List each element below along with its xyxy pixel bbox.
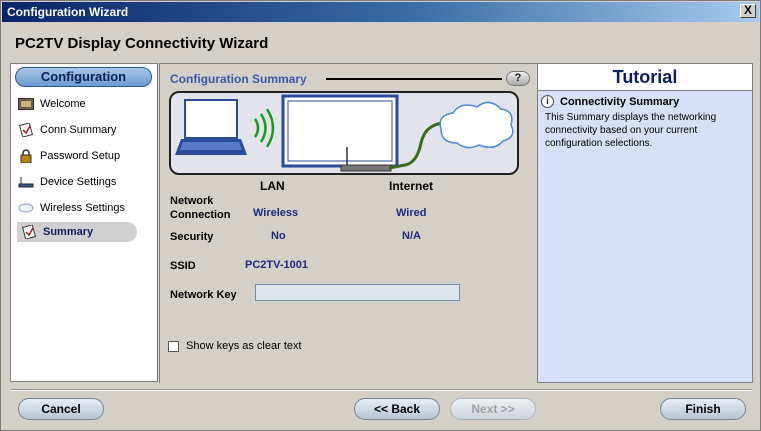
tv-display-icon xyxy=(281,94,399,172)
summary-icon xyxy=(21,225,37,239)
lock-icon xyxy=(18,149,34,163)
sidebar-item-label: Welcome xyxy=(40,98,86,110)
network-key-field[interactable] xyxy=(255,284,460,301)
internet-connection-value: Wired xyxy=(396,207,427,219)
next-button[interactable]: Next >> xyxy=(450,398,536,420)
sidebar-item-password-setup[interactable]: Password Setup xyxy=(18,146,153,166)
close-button[interactable]: X xyxy=(740,4,756,18)
lan-security-value: No xyxy=(271,230,286,242)
conn-summary-icon xyxy=(18,123,34,137)
sidebar-item-label: Summary xyxy=(43,226,94,238)
show-keys-option[interactable]: Show keys as clear text xyxy=(168,340,302,352)
tutorial-panel: Tutorial i Connectivity Summary This Sum… xyxy=(537,63,753,383)
lan-connection-value: Wireless xyxy=(253,207,299,219)
sidebar-header: Configuration xyxy=(15,67,152,87)
sidebar-item-label: Wireless Settings xyxy=(40,202,125,214)
tutorial-info: i Connectivity Summary xyxy=(541,95,679,108)
show-keys-checkbox[interactable] xyxy=(168,340,179,352)
wireless-signal-icon xyxy=(253,108,275,148)
internet-security-value: N/A xyxy=(402,230,421,242)
sidebar-item-device-settings[interactable]: Device Settings xyxy=(18,172,153,192)
network-connection-label: Network Connection xyxy=(170,195,231,221)
finish-button[interactable]: Finish xyxy=(660,398,746,420)
section-title: Configuration Summary xyxy=(170,72,307,86)
tutorial-title: Tutorial xyxy=(538,64,752,91)
ssid-label: SSID xyxy=(170,260,196,272)
sidebar-item-label: Device Settings xyxy=(40,176,117,188)
info-icon: i xyxy=(541,95,554,108)
window-title: Configuration Wizard xyxy=(7,5,129,19)
back-button[interactable]: << Back xyxy=(354,398,440,420)
cancel-button[interactable]: Cancel xyxy=(18,398,104,420)
ssid-value: PC2TV-1001 xyxy=(245,259,308,271)
show-keys-label: Show keys as clear text xyxy=(186,340,302,352)
sidebar-item-label: Password Setup xyxy=(40,150,121,162)
column-header-lan: LAN xyxy=(260,179,285,193)
sidebar-item-summary[interactable]: Summary xyxy=(17,222,137,242)
welcome-icon xyxy=(18,97,34,111)
help-button[interactable]: ? xyxy=(506,71,530,86)
security-label: Security xyxy=(170,231,214,243)
wizard-window: Configuration Wizard X PC2TV Display Con… xyxy=(0,0,761,431)
tutorial-subtitle: Connectivity Summary xyxy=(560,95,680,108)
sidebar-item-label: Conn Summary xyxy=(40,124,117,136)
column-header-internet: Internet xyxy=(389,179,434,193)
sidebar: Configuration Welcome Conn Summary Passw… xyxy=(10,63,158,382)
page-title: PC2TV Display Connectivity Wizard xyxy=(15,35,269,52)
sidebar-item-welcome[interactable]: Welcome xyxy=(18,94,153,114)
title-bar[interactable]: Configuration Wizard X xyxy=(2,2,759,22)
laptop-icon xyxy=(175,99,247,155)
footer-divider xyxy=(10,389,752,391)
sidebar-item-wireless-settings[interactable]: Wireless Settings xyxy=(18,198,153,218)
connectivity-diagram xyxy=(169,91,519,175)
section-divider xyxy=(326,78,502,80)
cloud-icon xyxy=(439,101,514,149)
device-icon xyxy=(18,175,34,189)
summary-panel: Configuration Summary ? LAN Internet Net… xyxy=(159,63,537,383)
network-key-label: Network Key xyxy=(170,289,237,301)
sidebar-item-conn-summary[interactable]: Conn Summary xyxy=(18,120,153,140)
wireless-icon xyxy=(18,201,34,215)
tutorial-body: This Summary displays the networking con… xyxy=(545,112,717,149)
